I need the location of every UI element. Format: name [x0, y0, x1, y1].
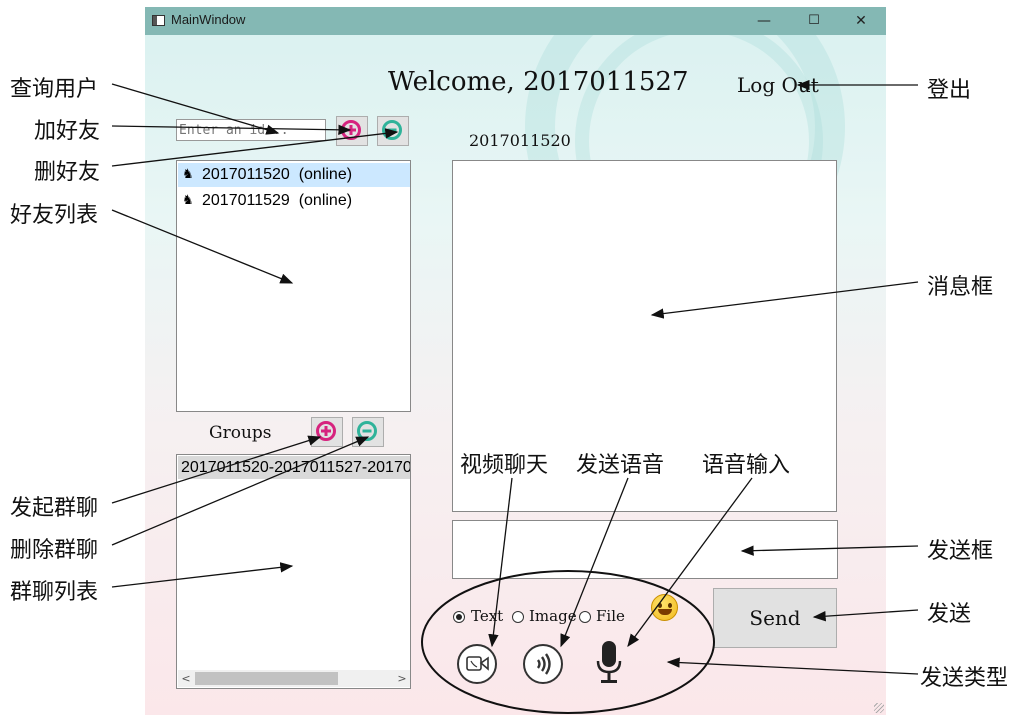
annotation-delete-friend: 删好友 — [34, 160, 101, 185]
annotation-voice-input: 语音输入 — [702, 453, 791, 478]
arrow-delete-friend — [111, 128, 399, 167]
annotation-video-chat: 视频聊天 — [460, 453, 549, 478]
annotation-start-group: 发起群聊 — [10, 496, 99, 521]
annotation-send: 发送 — [927, 602, 972, 627]
annotation-message-box: 消息框 — [927, 275, 994, 300]
arrow-voice-input — [627, 477, 753, 648]
annotation-send-voice: 发送语音 — [576, 453, 665, 478]
arrow-video-chat — [488, 477, 513, 648]
arrow-friend-list — [111, 209, 294, 284]
send-type-ellipse — [421, 570, 715, 714]
arrow-query-user — [111, 83, 280, 135]
annotation-delete-group: 删除群聊 — [10, 538, 99, 563]
annotation-send-box: 发送框 — [927, 539, 994, 564]
annotation-send-type: 发送类型 — [920, 666, 1009, 691]
arrow-send — [812, 609, 919, 622]
arrow-send-voice — [560, 477, 629, 648]
annotation-group-list: 群聊列表 — [10, 580, 99, 605]
arrow-message-box — [650, 281, 919, 319]
annotation-overlay — [111, 79, 919, 714]
annotation-logout: 登出 — [927, 78, 972, 103]
arrow-send-type — [666, 657, 919, 675]
annotation-friend-list: 好友列表 — [10, 203, 99, 228]
annotation-query-user: 查询用户 — [10, 77, 99, 102]
annotation-add-friend: 加好友 — [34, 119, 101, 144]
arrow-group-list — [111, 562, 294, 588]
arrow-add-friend — [111, 124, 352, 136]
arrow-send-box — [740, 545, 919, 556]
